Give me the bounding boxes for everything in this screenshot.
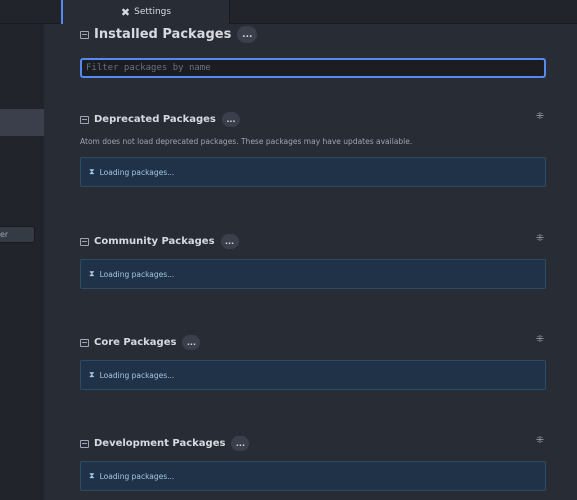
development-packages-heading: Development Packages ... — [80, 436, 250, 451]
settings-sidebar: er — [0, 24, 44, 500]
tab-label: Settings — [134, 7, 172, 17]
package-icon — [80, 30, 89, 39]
core-packages-heading: Core Packages ... — [80, 335, 201, 350]
community-loading-panel: ⧗ Loading packages... — [80, 259, 546, 289]
filter-packages-input[interactable] — [80, 58, 546, 78]
hourglass-icon: ⧗ — [89, 167, 95, 176]
loading-text: Loading packages... — [99, 370, 175, 380]
loading-text: Loading packages... — [99, 269, 175, 279]
deprecated-loading-panel: ⧗ Loading packages... — [80, 157, 546, 187]
core-packages-title: Core Packages — [94, 337, 177, 348]
package-icon — [80, 439, 89, 448]
deprecated-count-badge: ... — [221, 112, 240, 127]
core-count-badge: ... — [182, 335, 201, 350]
deprecated-packages-heading: Deprecated Packages ... — [80, 112, 240, 127]
community-packages-title: Community Packages — [94, 236, 215, 247]
sidebar-search-field[interactable]: er — [0, 226, 35, 243]
package-icon — [80, 115, 89, 124]
deprecated-packages-title: Deprecated Packages — [94, 114, 216, 125]
collapse-icon[interactable]: ⁜ — [534, 111, 546, 123]
package-icon — [80, 237, 89, 246]
hourglass-icon: ⧗ — [89, 370, 95, 379]
installed-count-badge: ... — [237, 26, 258, 43]
hourglass-icon: ⧗ — [89, 269, 95, 278]
development-loading-panel: ⧗ Loading packages... — [80, 461, 546, 491]
sidebar-item-active[interactable] — [0, 109, 44, 136]
tab-settings[interactable]: ✖ Settings — [61, 0, 230, 24]
development-packages-title: Development Packages — [94, 438, 226, 449]
deprecated-description: Atom does not load deprecated packages. … — [80, 137, 413, 146]
collapse-icon[interactable]: ⁜ — [534, 233, 546, 245]
tools-icon: ✖ — [120, 5, 131, 19]
package-icon — [80, 338, 89, 347]
installed-packages-heading: Installed Packages ... — [80, 26, 258, 43]
core-loading-panel: ⧗ Loading packages... — [80, 360, 546, 390]
hourglass-icon: ⧗ — [89, 471, 95, 480]
community-count-badge: ... — [220, 234, 239, 249]
collapse-icon[interactable]: ⁜ — [534, 435, 546, 447]
installed-packages-title: Installed Packages — [94, 27, 232, 42]
loading-text: Loading packages... — [99, 167, 175, 177]
loading-text: Loading packages... — [99, 471, 175, 481]
tab-bar: ✖ Settings — [0, 0, 577, 24]
community-packages-heading: Community Packages ... — [80, 234, 239, 249]
development-count-badge: ... — [231, 436, 250, 451]
collapse-icon[interactable]: ⁜ — [534, 334, 546, 346]
